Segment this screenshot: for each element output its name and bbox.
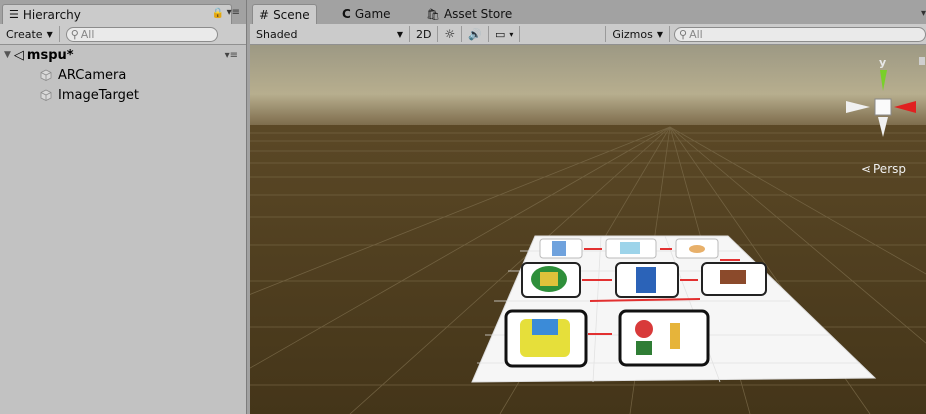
mode-2d-toggle[interactable]: 2D: [410, 26, 439, 42]
panel-menu-icon[interactable]: ▾≡: [227, 7, 240, 18]
tab-hierarchy-label: Hierarchy: [22, 7, 81, 22]
speaker-icon: 🔊: [468, 27, 482, 41]
unity-scene-icon: ◁: [13, 47, 24, 63]
tab-asset-store[interactable]: 🛍 Asset Store: [420, 4, 518, 24]
hierarchy-search-input[interactable]: ⚲ All: [65, 26, 218, 42]
gizmo-y-label: y: [879, 56, 886, 69]
search-icon: ⚲: [70, 27, 79, 41]
list-item-label: ARCamera: [58, 67, 127, 83]
effects-dropdown[interactable]: ▭ ▾: [489, 26, 521, 42]
hierarchy-search-placeholder: All: [80, 27, 95, 41]
bag-icon: 🛍: [426, 7, 440, 21]
scene-tabstrip: # Scene C Game 🛍 Asset Store ▾: [250, 0, 926, 25]
tab-scene-label: Scene: [273, 8, 310, 22]
projection-label[interactable]: ⋖ Persp: [861, 162, 906, 176]
scene-root-row[interactable]: ▼ ◁ mspu* ▾≡: [0, 45, 246, 65]
list-icon: ☰: [9, 8, 19, 21]
gameobject-cube-icon: [40, 89, 52, 101]
lighting-toggle[interactable]: ☼: [438, 26, 463, 42]
gizmos-label: Gizmos: [612, 27, 653, 41]
tab-game[interactable]: C Game: [336, 4, 397, 24]
scene-viewport[interactable]: y ⋖ Persp: [250, 45, 926, 414]
gizmo-center-cube[interactable]: [874, 98, 892, 116]
hierarchy-toolbar: Create ▼ ⚲ All: [0, 24, 246, 45]
shading-mode-label: Shaded: [256, 27, 298, 41]
image-icon: ▭: [494, 27, 506, 41]
perspective-icon: ⋖: [860, 162, 871, 176]
scene-menu-icon[interactable]: ▾≡: [225, 50, 238, 61]
expand-triangle-icon[interactable]: ▼: [4, 50, 11, 60]
audio-toggle[interactable]: 🔊: [462, 26, 489, 42]
hierarchy-tabstrip: ☰ Hierarchy 🔒 ▾≡: [0, 0, 246, 25]
chevron-down-icon: ▼: [656, 29, 663, 39]
list-item[interactable]: ImageTarget: [40, 85, 139, 105]
lock-icon[interactable]: 🔒: [212, 8, 224, 19]
create-button[interactable]: Create ▼: [0, 26, 60, 42]
tab-asset-store-label: Asset Store: [443, 7, 513, 21]
scene-3d-view[interactable]: y: [250, 45, 926, 414]
chevron-down-icon: ▼: [396, 29, 403, 39]
create-button-label: Create: [6, 27, 43, 41]
shading-mode-dropdown[interactable]: Shaded ▼: [250, 26, 410, 42]
scene-name: mspu*: [26, 47, 74, 63]
tab-game-label: Game: [354, 7, 391, 21]
sky: [250, 45, 926, 127]
pacman-icon: C: [342, 7, 351, 21]
hierarchy-panel: ☰ Hierarchy 🔒 ▾≡ Create ▼ ⚲ All ▼ ◁ mspu…: [0, 0, 247, 414]
tab-hierarchy[interactable]: ☰ Hierarchy: [2, 4, 232, 24]
chevron-down-icon: ▾: [509, 29, 514, 39]
projection-label-text: Persp: [873, 162, 906, 176]
grid-icon: #: [259, 8, 270, 22]
gameobject-cube-icon: [40, 69, 52, 81]
gizmos-dropdown[interactable]: Gizmos ▼: [605, 26, 670, 42]
scene-panel: # Scene C Game 🛍 Asset Store ▾ Shaded ▼ …: [250, 0, 926, 414]
card-winter-set: [618, 309, 710, 367]
scene-search-input[interactable]: ⚲ All: [674, 26, 926, 42]
scene-search-placeholder: All: [689, 27, 703, 41]
search-icon: ⚲: [679, 27, 688, 41]
list-item[interactable]: ARCamera: [40, 65, 126, 85]
chevron-down-icon: ▼: [46, 29, 53, 39]
mode-2d-label: 2D: [416, 27, 432, 41]
panel-menu-icon[interactable]: ▾: [921, 8, 926, 19]
scene-toolbar: Shaded ▼ 2D ☼ 🔊 ▭ ▾ Gizmos ▼ ⚲ All: [250, 24, 926, 45]
sun-icon: ☼: [444, 27, 456, 41]
lock-icon[interactable]: [919, 57, 925, 65]
list-item-label: ImageTarget: [58, 87, 139, 103]
tab-scene[interactable]: # Scene: [252, 4, 317, 25]
